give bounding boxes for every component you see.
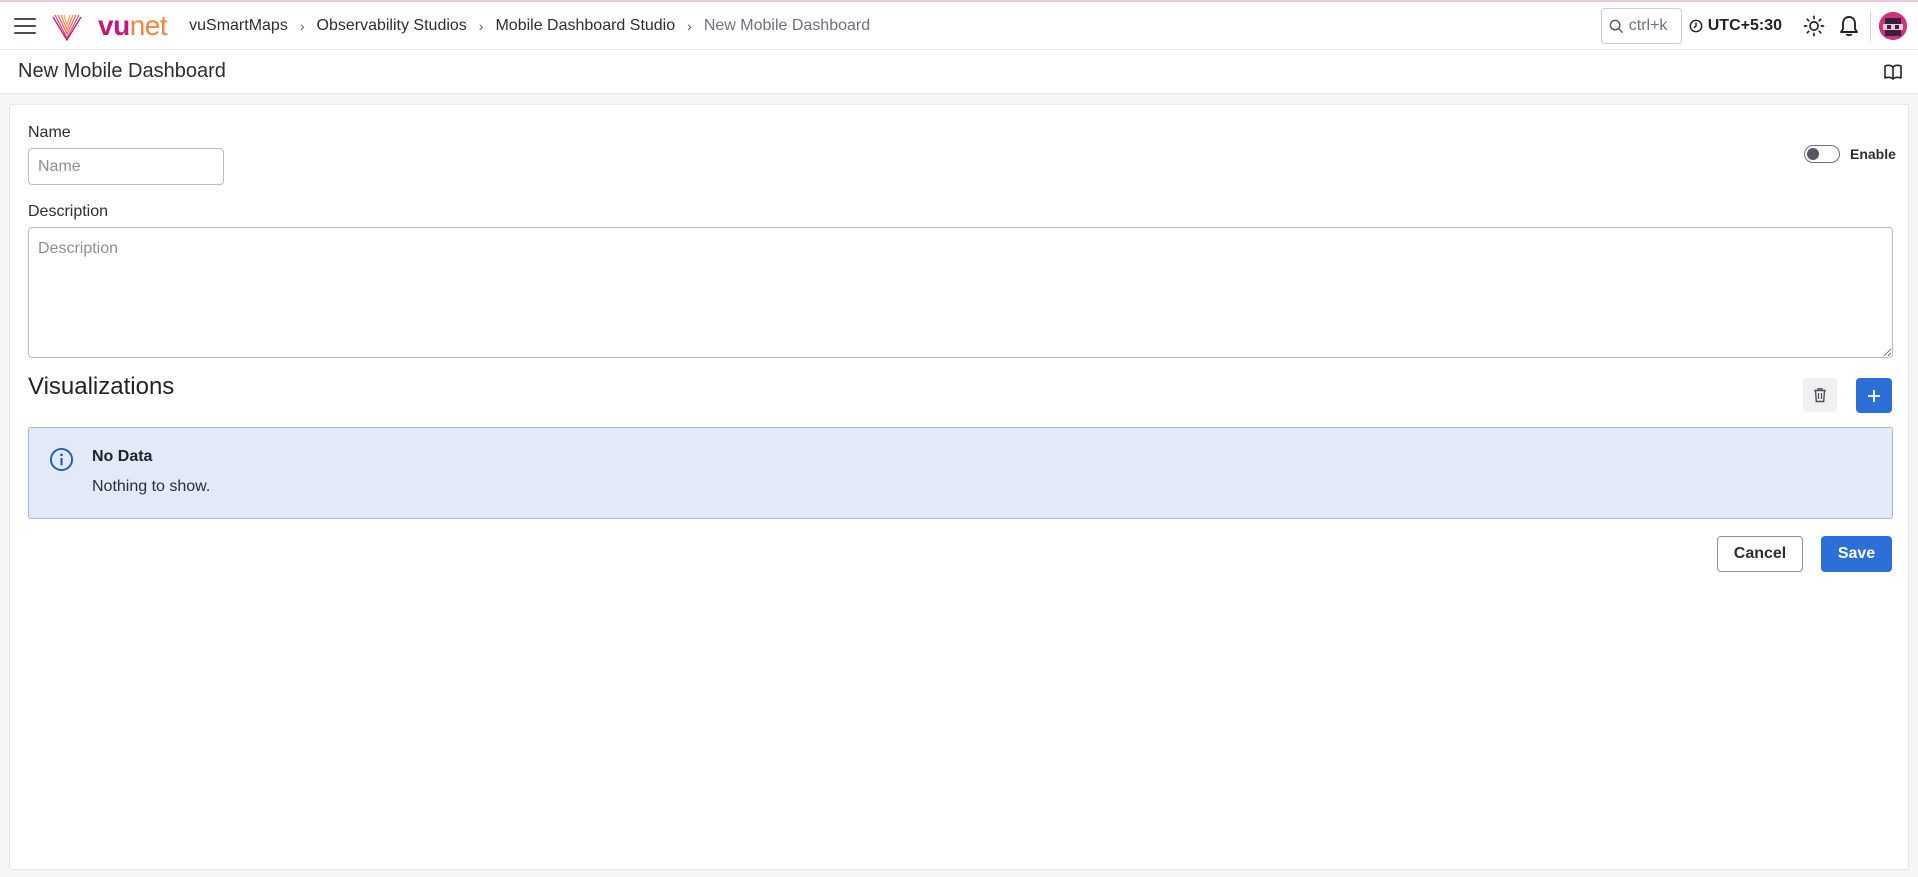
delete-visualization-button[interactable] xyxy=(1803,378,1837,412)
enable-switch[interactable] xyxy=(1804,145,1840,163)
breadcrumb-current-page: New Mobile Dashboard xyxy=(703,16,871,34)
breadcrumb: vuSmartMaps › Observability Studios › Mo… xyxy=(189,17,870,35)
vunet-logo[interactable]: vunet xyxy=(52,9,168,41)
alert-title: No Data xyxy=(92,448,153,465)
trash-icon xyxy=(1814,388,1826,403)
theme-toggle-button[interactable] xyxy=(1796,8,1831,44)
breadcrumb-separator-icon: › xyxy=(299,17,305,34)
timezone-label: UTC+5:30 xyxy=(1707,17,1782,34)
topbar-actions: ctrl+k UTC+5:30 xyxy=(1600,2,1918,50)
notifications-button[interactable] xyxy=(1831,8,1866,44)
breadcrumb-vusmartmaps[interactable]: vuSmartMaps xyxy=(189,17,288,35)
vunet-logo-mark-icon xyxy=(52,14,82,41)
breadcrumb-observability-studios[interactable]: Observability Studios xyxy=(317,17,467,35)
breadcrumb-mobile-dashboard-studio[interactable]: Mobile Dashboard Studio xyxy=(495,17,675,35)
search-icon xyxy=(1609,19,1623,33)
top-navigation-bar: vunet vuSmartMaps › Observability Studio… xyxy=(0,0,1918,50)
user-avatar[interactable] xyxy=(1879,12,1907,40)
name-label: Name xyxy=(28,124,71,141)
alert-message: Nothing to show. xyxy=(92,478,211,495)
save-button[interactable]: Save xyxy=(1821,536,1892,572)
enable-toggle[interactable]: Enable xyxy=(1804,145,1896,163)
sun-icon xyxy=(1803,15,1824,37)
hamburger-menu-icon[interactable] xyxy=(0,2,50,50)
add-visualization-button[interactable] xyxy=(1856,378,1892,413)
switch-knob xyxy=(1807,148,1819,160)
topbar-divider xyxy=(1870,11,1871,41)
page-header: New Mobile Dashboard xyxy=(0,50,1918,94)
timezone-selector[interactable]: UTC+5:30 xyxy=(1689,17,1782,35)
dashboard-form-card: Name Enable Description Visualizations N… xyxy=(9,104,1909,870)
page-title: New Mobile Dashboard xyxy=(18,60,226,82)
bell-icon xyxy=(1839,16,1858,37)
cancel-button[interactable]: Cancel xyxy=(1717,536,1803,572)
description-label: Description xyxy=(28,203,109,220)
info-icon xyxy=(49,447,74,472)
global-search-button[interactable]: ctrl+k xyxy=(1600,8,1682,44)
search-shortcut-text: ctrl+k xyxy=(1628,17,1668,34)
visualizations-heading: Visualizations xyxy=(28,373,175,400)
breadcrumb-separator-icon: › xyxy=(687,17,692,34)
name-input[interactable] xyxy=(28,148,224,185)
no-data-alert: No Data Nothing to show. xyxy=(28,427,1893,519)
clock-icon xyxy=(1689,19,1703,33)
enable-label: Enable xyxy=(1850,146,1896,162)
description-textarea[interactable] xyxy=(28,227,1893,358)
book-icon[interactable] xyxy=(1883,62,1903,82)
vunet-logo-text: vunet xyxy=(98,9,168,41)
user-avatar-icon xyxy=(1879,12,1907,40)
breadcrumb-separator-icon: › xyxy=(478,17,484,34)
plus-icon xyxy=(1868,389,1880,402)
